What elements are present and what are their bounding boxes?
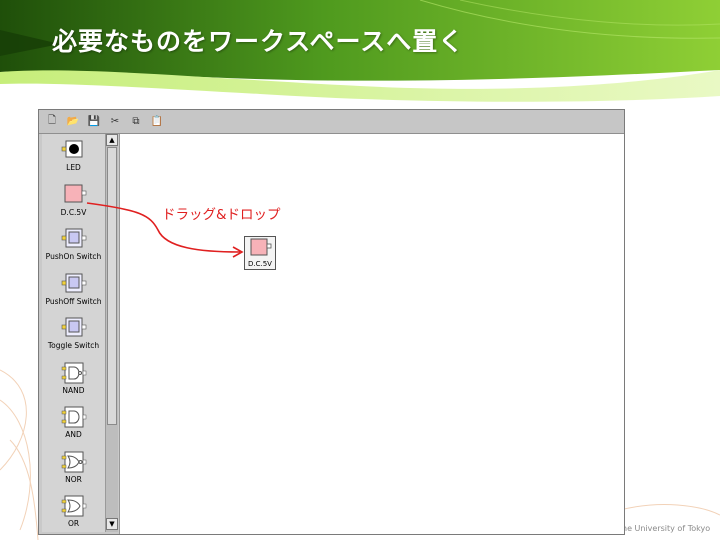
palette-item-label: LED bbox=[66, 163, 81, 172]
workspace-canvas[interactable]: D.C.5V bbox=[119, 134, 624, 534]
app-window: 🗋 📂 💾 ✂ ⧉ 📋 LED D.C.5V PushOn Switch PushOff Swi… bbox=[38, 109, 625, 535]
palette-item-label: OR bbox=[67, 519, 80, 528]
scroll-up-arrow-icon[interactable]: ▲ bbox=[106, 134, 118, 146]
palette-item-or[interactable]: OR bbox=[42, 494, 105, 532]
or-icon bbox=[61, 495, 86, 517]
palette-item-label: NAND bbox=[62, 385, 85, 395]
palette-item-label: PushOn Switch bbox=[45, 252, 102, 261]
scroll-down-arrow-icon[interactable]: ▼ bbox=[106, 518, 118, 530]
slide-title-band: 必要なものをワークスペースへ置く bbox=[0, 0, 720, 105]
palette-scrollbar[interactable]: ▲ ▼ bbox=[105, 134, 118, 532]
nand-icon bbox=[61, 362, 86, 383]
palette-item-label: NOR bbox=[65, 474, 82, 484]
toolbar: 🗋 📂 💾 ✂ ⧉ 📋 bbox=[39, 110, 624, 134]
palette-item-label: PushOff Switch bbox=[45, 296, 102, 306]
palette-item-toggle-switch[interactable]: Toggle Switch bbox=[42, 316, 105, 360]
footer-text: he University of Tokyo bbox=[622, 524, 711, 533]
dc5v-icon bbox=[250, 238, 272, 256]
drag-drop-label: ドラッグ&ドロップ bbox=[162, 207, 281, 223]
toggle-switch-icon bbox=[61, 317, 86, 337]
cut-icon[interactable]: ✂ bbox=[107, 114, 123, 130]
component-palette: LED D.C.5V PushOn Switch PushOff Switch Togg… bbox=[42, 134, 105, 532]
d-c-5v-icon bbox=[64, 184, 86, 202]
palette-item-nor[interactable]: NOR bbox=[42, 450, 105, 494]
palette-item-led[interactable]: LED bbox=[42, 138, 105, 182]
palette-item-label: D.C.5V bbox=[60, 207, 87, 217]
palette-item-pushoff-switch[interactable]: PushOff Switch bbox=[42, 272, 105, 316]
slide-title: 必要なものをワークスペースへ置く bbox=[52, 27, 465, 56]
pushoff-switch-icon bbox=[61, 273, 86, 292]
copy-icon[interactable]: ⧉ bbox=[128, 114, 144, 130]
new-file-icon[interactable]: 🗋 bbox=[44, 114, 60, 130]
save-icon[interactable]: 💾 bbox=[86, 114, 102, 130]
paste-icon[interactable]: 📋 bbox=[149, 114, 165, 130]
palette-item-label: Toggle Switch bbox=[47, 341, 100, 350]
placed-dc5v-component[interactable]: D.C.5V bbox=[244, 236, 276, 270]
nor-icon bbox=[61, 451, 86, 472]
palette-item-label: AND bbox=[65, 430, 82, 439]
scroll-thumb[interactable] bbox=[107, 147, 117, 425]
palette-item-d-c-5v[interactable]: D.C.5V bbox=[42, 183, 105, 227]
palette-item-nand[interactable]: NAND bbox=[42, 361, 105, 405]
open-folder-icon[interactable]: 📂 bbox=[65, 114, 81, 130]
placed-component-label: D.C.5V bbox=[248, 260, 272, 268]
led-icon bbox=[61, 140, 82, 158]
palette-item-and[interactable]: AND bbox=[42, 405, 105, 449]
and-icon bbox=[61, 406, 86, 428]
palette-item-pushon-switch[interactable]: PushOn Switch bbox=[42, 227, 105, 271]
pushon-switch-icon bbox=[61, 228, 86, 248]
